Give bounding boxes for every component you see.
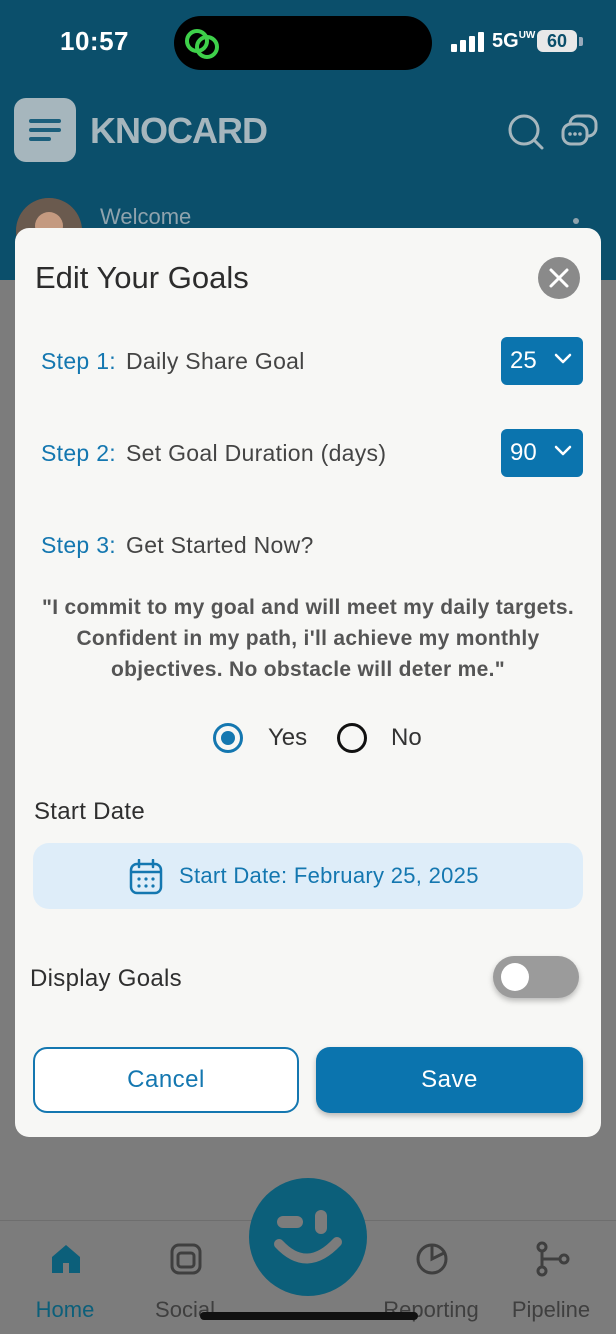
step-number: Step 3: <box>41 532 116 558</box>
display-goals-label: Display Goals <box>30 965 182 992</box>
yes-radio-label[interactable]: Yes <box>268 724 307 752</box>
reporting-icon <box>416 1243 448 1275</box>
welcome-text: Welcome <box>100 204 192 229</box>
knocard-logo: KNOCARD <box>90 110 268 151</box>
hamburger-icon <box>29 119 61 123</box>
chevron-down-icon <box>554 445 572 456</box>
network-label: 5GUW <box>492 30 536 52</box>
tab-label: Home <box>35 1297 95 1322</box>
step-3-row: Step 3: Get Started Now? <box>41 532 314 559</box>
select-value: 25 <box>510 347 537 374</box>
battery-tip <box>579 37 583 46</box>
toggle-knob <box>501 963 529 991</box>
hamburger-icon-line <box>29 128 61 132</box>
hamburger-icon-line <box>29 137 51 141</box>
home-indicator <box>200 1312 418 1320</box>
signal-icon <box>451 32 484 52</box>
start-date-label: Start Date <box>34 798 146 825</box>
edit-goals-modal: Edit Your Goals Step 1: Daily Share Goal … <box>15 228 601 1137</box>
smile-icon <box>274 1210 342 1264</box>
goal-duration-select[interactable]: 90 <box>501 429 583 477</box>
menu-button[interactable] <box>14 98 76 162</box>
step-label: Daily Share Goal <box>126 348 305 374</box>
save-button[interactable]: Save <box>316 1047 583 1113</box>
calendar-icon <box>129 859 163 895</box>
tab-label: Pipeline <box>511 1297 591 1322</box>
home-icon <box>52 1245 80 1273</box>
start-date-button[interactable]: Start Date: February 25, 2025 <box>33 843 583 909</box>
step-label: Get Started Now? <box>126 532 314 558</box>
yes-radio[interactable] <box>213 723 243 753</box>
step-1-row: Step 1: Daily Share Goal <box>41 348 305 375</box>
daily-share-goal-select[interactable]: 25 <box>501 337 583 385</box>
no-radio[interactable] <box>337 723 367 753</box>
pipeline-icon <box>536 1241 570 1277</box>
commitment-quote: "I commit to my goal and will meet my da… <box>41 596 575 681</box>
battery-icon: 60 <box>537 30 577 52</box>
close-button[interactable] <box>538 257 580 299</box>
social-icon <box>170 1243 202 1275</box>
knocard-fab-button[interactable] <box>249 1178 367 1296</box>
select-value: 90 <box>510 439 537 466</box>
radio-selected-dot <box>221 731 235 745</box>
start-date-value: Start Date: February 25, 2025 <box>179 863 479 888</box>
status-time: 10:57 <box>60 26 129 56</box>
chat-icon[interactable] <box>560 112 600 152</box>
step-number: Step 2: <box>41 440 116 466</box>
display-goals-toggle[interactable] <box>493 956 579 998</box>
chevron-down-icon <box>554 353 572 364</box>
link-icon <box>185 29 219 59</box>
search-icon[interactable] <box>506 112 546 152</box>
cancel-button[interactable]: Cancel <box>33 1047 299 1113</box>
modal-title: Edit Your Goals <box>35 260 249 295</box>
step-label: Set Goal Duration (days) <box>126 440 387 466</box>
no-radio-label[interactable]: No <box>391 724 422 752</box>
step-2-row: Step 2: Set Goal Duration (days) <box>41 440 386 467</box>
step-number: Step 1: <box>41 348 116 374</box>
close-icon <box>549 268 569 288</box>
more-dot <box>573 218 579 224</box>
status-bar: 10:57 5GUW 60 <box>0 0 616 86</box>
